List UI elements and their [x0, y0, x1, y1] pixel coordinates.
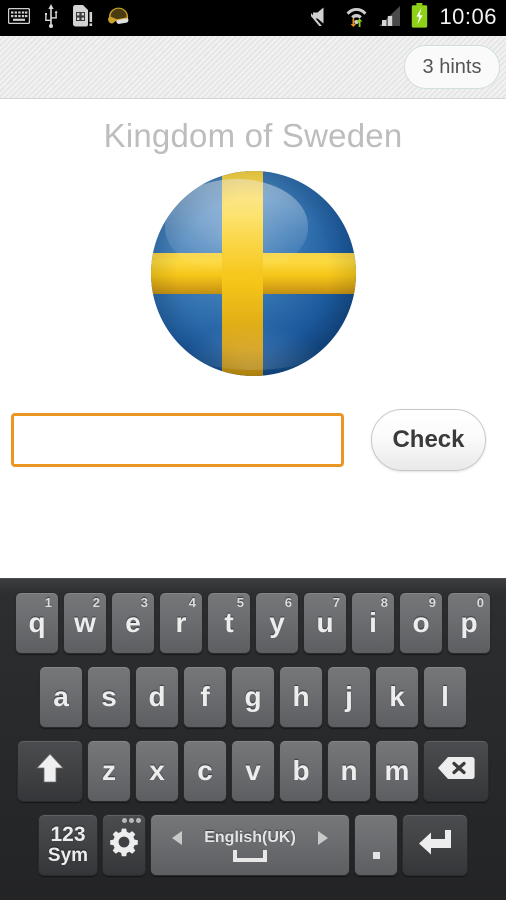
key-u-number: 7 [332, 595, 340, 610]
space-key-language-label: English(UK) [204, 828, 296, 846]
key-i[interactable]: 8i [351, 592, 395, 654]
keyboard-settings-key[interactable] [102, 814, 146, 876]
status-bar-right-icons: 10:06 [305, 3, 506, 33]
key-m[interactable]: m [375, 740, 419, 802]
enter-arrow-icon [417, 827, 453, 864]
hints-button[interactable]: 3 hints [404, 45, 500, 89]
key-y-label: y [269, 607, 285, 638]
key-f[interactable]: f [183, 666, 227, 728]
shift-key[interactable] [17, 740, 83, 802]
key-p-number: 0 [476, 595, 484, 610]
settings-popup-dots-icon [122, 818, 141, 823]
symbols-key-line2: Sym [47, 845, 89, 867]
key-t-number: 5 [236, 595, 244, 610]
backspace-key[interactable] [423, 740, 489, 802]
key-y[interactable]: 6y [255, 592, 299, 654]
key-u-label: u [316, 607, 334, 638]
status-bar-clock: 10:06 [439, 4, 497, 29]
sweden-flag-sphere [150, 171, 356, 376]
key-g[interactable]: g [231, 666, 275, 728]
signal-bars-icon [378, 5, 402, 32]
football-helmet-icon [106, 5, 130, 32]
keyboard-row-1: 1q 2w 3e 4r 5t 6y 7u 8i 9o 0p [0, 586, 506, 660]
space-key-top-row: English(UK) [151, 829, 349, 847]
key-q-label: q [28, 607, 46, 638]
check-button[interactable]: Check [371, 409, 486, 471]
key-q[interactable]: 1q [15, 592, 59, 654]
key-r[interactable]: 4r [159, 592, 203, 654]
key-p-label: p [460, 607, 478, 638]
key-l[interactable]: l [423, 666, 467, 728]
period-key[interactable] [354, 814, 398, 876]
battery-charging-icon [411, 3, 428, 33]
space-bar-glyph-icon [233, 849, 267, 862]
next-language-arrow-icon[interactable] [317, 830, 328, 845]
key-v[interactable]: v [231, 740, 275, 802]
backspace-icon [437, 755, 475, 788]
key-s[interactable]: s [87, 666, 131, 728]
action-bar: 3 hints [0, 36, 506, 99]
key-h[interactable]: h [279, 666, 323, 728]
key-r-number: 4 [188, 595, 196, 610]
answer-row: Check [0, 409, 506, 471]
key-t[interactable]: 5t [207, 592, 251, 654]
flag-cross-vertical [222, 171, 264, 376]
key-k[interactable]: k [375, 666, 419, 728]
hints-button-label: 3 hints [422, 55, 482, 78]
answer-input[interactable] [11, 413, 344, 467]
key-i-label: i [369, 607, 377, 638]
key-p[interactable]: 0p [447, 592, 491, 654]
key-a[interactable]: a [39, 666, 83, 728]
key-i-number: 8 [380, 595, 388, 610]
space-key[interactable]: English(UK) [150, 814, 350, 876]
key-c[interactable]: c [183, 740, 227, 802]
shift-arrow-up-icon [36, 752, 64, 791]
key-z[interactable]: z [87, 740, 131, 802]
usb-icon [43, 3, 59, 33]
key-o[interactable]: 9o [399, 592, 443, 654]
key-r-label: r [175, 607, 187, 638]
mute-icon [305, 5, 335, 31]
symbols-key-line1: 123 [50, 823, 86, 846]
key-d[interactable]: d [135, 666, 179, 728]
key-x[interactable]: x [135, 740, 179, 802]
keyboard-row-4: 123 Sym English(UK) [0, 808, 506, 882]
key-w[interactable]: 2w [63, 592, 107, 654]
enter-key[interactable] [402, 814, 468, 876]
key-w-number: 2 [92, 595, 100, 610]
status-bar: 10:06 [0, 0, 506, 36]
key-e-label: e [125, 607, 141, 638]
keyboard-icon [7, 7, 31, 29]
key-w-label: w [74, 607, 96, 638]
key-q-number: 1 [44, 595, 52, 610]
key-u[interactable]: 7u [303, 592, 347, 654]
keyboard-row-3: z x c v b n m [0, 734, 506, 808]
prev-language-arrow-icon[interactable] [172, 830, 183, 845]
app-root: 10:06 3 hints Kingdom of Sweden Check 1 … [0, 0, 506, 900]
keyboard-row-2: a s d f g h j k l [0, 660, 506, 734]
key-n[interactable]: n [327, 740, 371, 802]
symbols-key[interactable]: 123 Sym [38, 814, 98, 876]
status-bar-left-icons [0, 3, 130, 33]
country-title: Kingdom of Sweden [103, 117, 403, 154]
key-o-number: 9 [428, 595, 436, 610]
key-t-label: t [224, 607, 234, 638]
key-o-label: o [412, 607, 430, 638]
flag-container [0, 171, 506, 376]
key-e-number: 3 [140, 595, 148, 610]
key-y-number: 6 [284, 595, 292, 610]
check-button-label: Check [392, 426, 465, 453]
wifi-data-icon [344, 4, 369, 32]
sim-card-alert-icon [72, 4, 93, 32]
on-screen-keyboard: 1q 2w 3e 4r 5t 6y 7u 8i 9o 0p a s d f g … [0, 578, 506, 900]
key-j[interactable]: j [327, 666, 371, 728]
key-e[interactable]: 3e [111, 592, 155, 654]
key-b[interactable]: b [279, 740, 323, 802]
gear-icon [109, 827, 139, 864]
period-dot-icon [372, 851, 380, 859]
quiz-content: Kingdom of Sweden Check [0, 99, 506, 578]
